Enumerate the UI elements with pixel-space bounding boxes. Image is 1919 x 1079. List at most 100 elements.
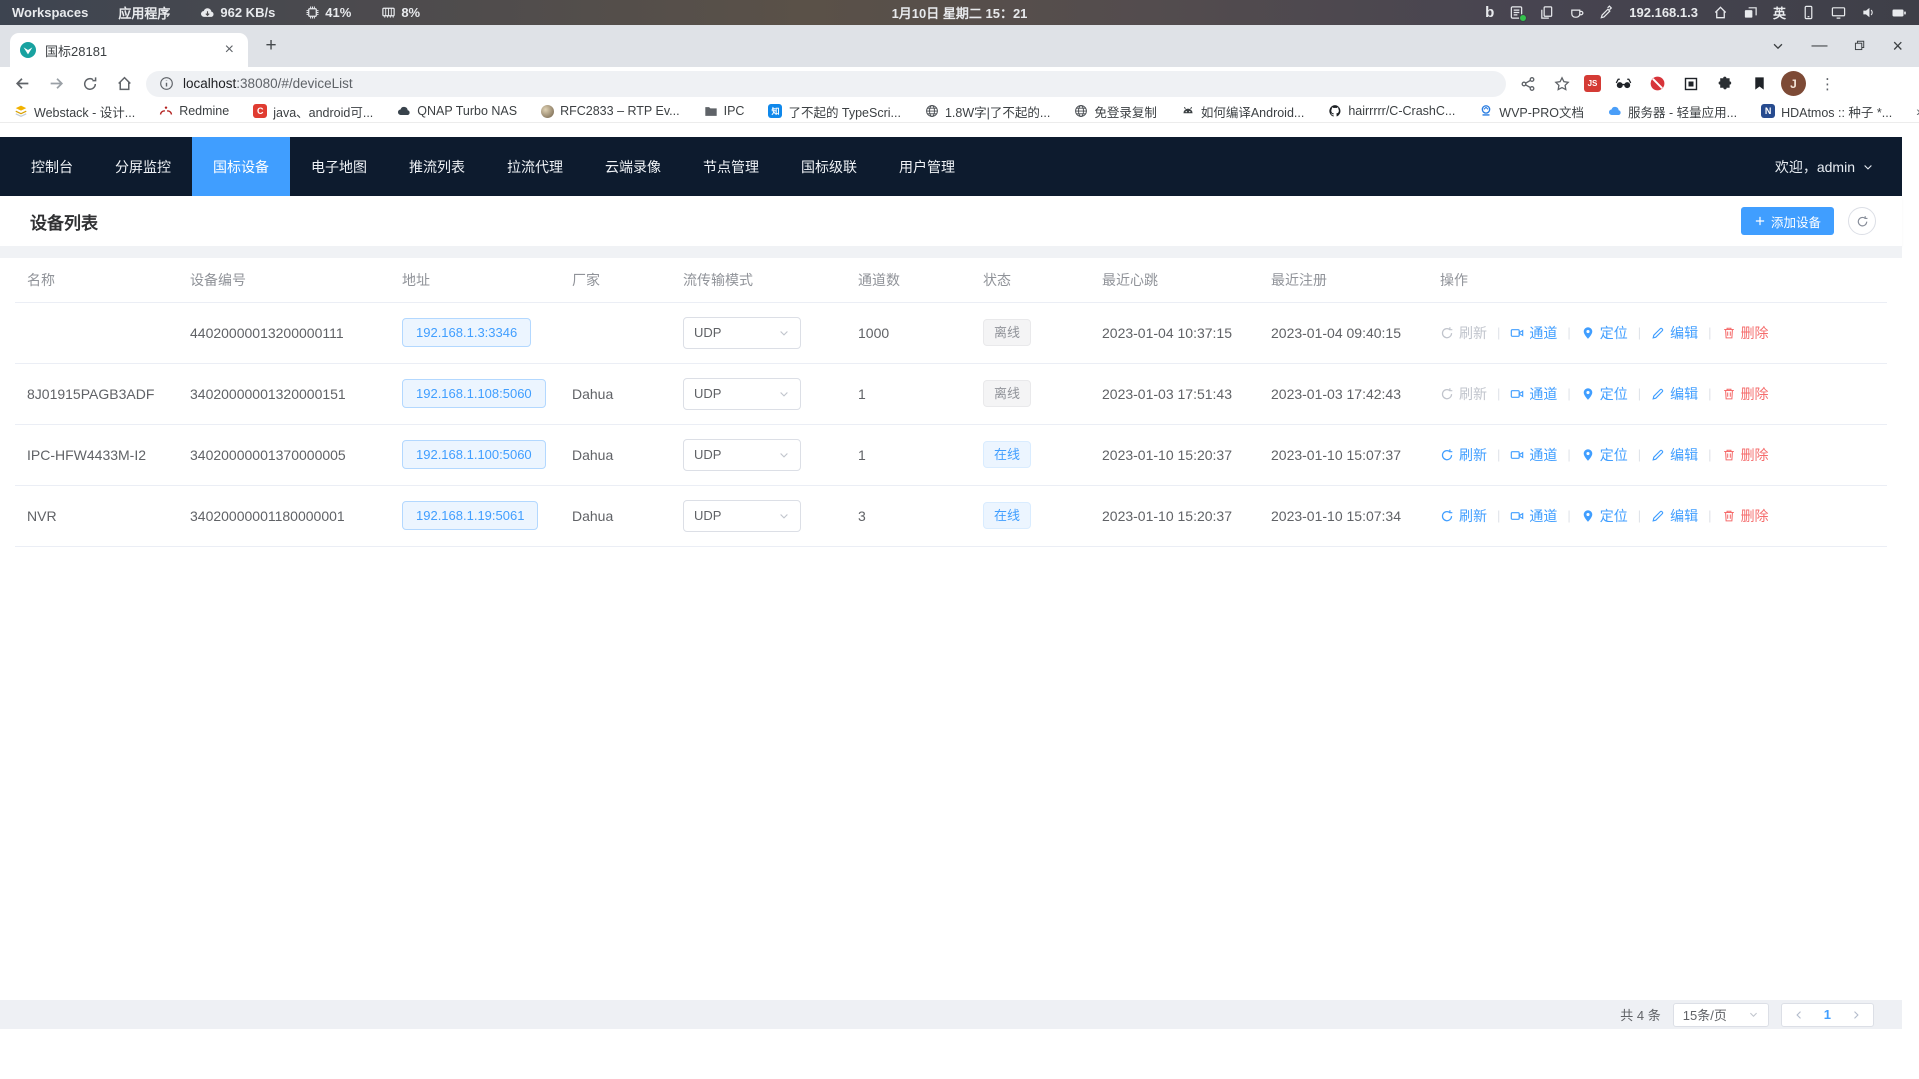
- bookmark-copy-tool[interactable]: 免登录复制: [1074, 102, 1157, 121]
- channels-action[interactable]: 通道: [1510, 445, 1557, 465]
- bookmark-redmine[interactable]: Redmine: [159, 104, 229, 118]
- display-icon[interactable]: [1831, 5, 1846, 20]
- device-address-button[interactable]: 192.168.1.100:5060: [402, 440, 546, 469]
- bookmark-article[interactable]: 1.8W字|了不起的...: [925, 102, 1050, 121]
- nav-item-gb-devices[interactable]: 国标设备: [192, 137, 290, 196]
- volume-icon[interactable]: [1861, 5, 1876, 20]
- notes-app-icon[interactable]: [1509, 5, 1524, 20]
- bookmark-github[interactable]: hairrrrr/C-CrashC...: [1328, 104, 1455, 118]
- reload-button[interactable]: [78, 72, 102, 96]
- nav-item-user-manage[interactable]: 用户管理: [878, 137, 976, 196]
- stream-mode-select[interactable]: UDP: [683, 439, 801, 471]
- refresh-action[interactable]: 刷新: [1440, 323, 1487, 343]
- site-info-icon[interactable]: [159, 76, 174, 91]
- device-address-button[interactable]: 192.168.1.3:3346: [402, 318, 531, 347]
- flag-extension-icon[interactable]: [1747, 72, 1771, 96]
- bookmark-wvp-docs[interactable]: WVP-PRO文档: [1479, 102, 1584, 121]
- nav-item-cloud-record[interactable]: 云端录像: [584, 137, 682, 196]
- new-tab-button[interactable]: +: [258, 33, 284, 59]
- bookmark-zhihu[interactable]: 知了不起的 TypeScri...: [768, 102, 901, 121]
- stream-mode-select[interactable]: UDP: [683, 378, 801, 410]
- profile-avatar[interactable]: J: [1781, 71, 1806, 96]
- extensions-puzzle-icon[interactable]: [1713, 72, 1737, 96]
- nav-item-e-map[interactable]: 电子地图: [290, 137, 388, 196]
- channels-action[interactable]: 通道: [1510, 506, 1557, 526]
- device-address-button[interactable]: 192.168.1.108:5060: [402, 379, 546, 408]
- screenshot-extension-icon[interactable]: [1679, 72, 1703, 96]
- user-menu[interactable]: 欢迎，admin: [1775, 137, 1902, 196]
- restore-button[interactable]: [1853, 37, 1866, 55]
- edit-action[interactable]: 编辑: [1651, 445, 1698, 465]
- toolbar-home-button[interactable]: [112, 72, 136, 96]
- refresh-action[interactable]: 刷新: [1440, 445, 1487, 465]
- device-address-button[interactable]: 192.168.1.19:5061: [402, 501, 538, 530]
- nav-item-split-screen[interactable]: 分屏监控: [94, 137, 192, 196]
- delete-action[interactable]: 删除: [1722, 384, 1769, 404]
- tab-search-icon[interactable]: [1771, 37, 1785, 55]
- browser-toolbar: localhost:38080/#/deviceList JS J ⋮: [0, 67, 1919, 100]
- refresh-action[interactable]: 刷新: [1440, 506, 1487, 526]
- channels-action[interactable]: 通道: [1510, 323, 1557, 343]
- bookmark-csdn[interactable]: Cjava、android可...: [253, 102, 373, 121]
- column-header-registered: 最近注册: [1259, 258, 1428, 302]
- clipboard-icon[interactable]: [1539, 5, 1554, 20]
- forward-button[interactable]: [44, 72, 68, 96]
- locate-action[interactable]: 定位: [1581, 323, 1628, 343]
- bookmark-rfc2833[interactable]: RFC2833 – RTP Ev...: [541, 104, 680, 118]
- nav-item-node-manage[interactable]: 节点管理: [682, 137, 780, 196]
- prev-page-button[interactable]: [1784, 1009, 1814, 1021]
- nav-item-pull-proxy[interactable]: 拉流代理: [486, 137, 584, 196]
- tab-close-icon[interactable]: ×: [221, 42, 238, 58]
- address-bar[interactable]: localhost:38080/#/deviceList: [146, 71, 1506, 97]
- share-icon[interactable]: [1516, 72, 1540, 96]
- js-extension-icon[interactable]: JS: [1584, 75, 1601, 92]
- delete-action[interactable]: 删除: [1722, 506, 1769, 526]
- bookmark-star-icon[interactable]: [1550, 72, 1574, 96]
- adblocker-icon[interactable]: [1645, 72, 1669, 96]
- input-method-indicator[interactable]: 英: [1773, 3, 1786, 22]
- channels-action[interactable]: 通道: [1510, 384, 1557, 404]
- close-window-button[interactable]: ×: [1892, 36, 1903, 57]
- edit-action[interactable]: 编辑: [1651, 323, 1698, 343]
- browser-menu-icon[interactable]: ⋮: [1816, 75, 1839, 93]
- page-number[interactable]: 1: [1814, 1007, 1841, 1022]
- refresh-action[interactable]: 刷新: [1440, 384, 1487, 404]
- color-picker-icon[interactable]: [1599, 5, 1614, 20]
- locate-action[interactable]: 定位: [1581, 384, 1628, 404]
- applications-menu[interactable]: 应用程序: [118, 3, 170, 22]
- bookmark-qnap[interactable]: QNAP Turbo NAS: [397, 104, 517, 118]
- locate-action[interactable]: 定位: [1581, 506, 1628, 526]
- ip-address-indicator[interactable]: 192.168.1.3: [1629, 5, 1698, 20]
- bookmark-android-build[interactable]: 如何编译Android...: [1181, 102, 1305, 121]
- last-registered: 2023-01-03 17:42:43: [1259, 363, 1428, 424]
- phone-link-icon[interactable]: [1801, 5, 1816, 20]
- refresh-list-button[interactable]: [1848, 207, 1876, 235]
- browser-tab[interactable]: 国标28181 ×: [10, 33, 248, 67]
- home-icon[interactable]: [1713, 5, 1728, 20]
- coffee-app-icon[interactable]: [1569, 5, 1584, 20]
- locate-action[interactable]: 定位: [1581, 445, 1628, 465]
- nav-item-gb-cascade[interactable]: 国标级联: [780, 137, 878, 196]
- add-device-button[interactable]: 添加设备: [1741, 207, 1834, 235]
- edit-action[interactable]: 编辑: [1651, 384, 1698, 404]
- minimize-button[interactable]: —: [1811, 37, 1827, 55]
- bookmark-hdatmos[interactable]: NHDAtmos :: 种子 *...: [1761, 102, 1892, 121]
- bookmark-server[interactable]: 服务器 - 轻量应用...: [1608, 102, 1737, 121]
- workspaces-button[interactable]: Workspaces: [12, 5, 88, 20]
- edit-action[interactable]: 编辑: [1651, 506, 1698, 526]
- bing-icon[interactable]: b: [1485, 5, 1494, 20]
- nav-item-push-list[interactable]: 推流列表: [388, 137, 486, 196]
- battery-icon[interactable]: [1891, 5, 1907, 21]
- bookmark-webstack[interactable]: Webstack - 设计...: [14, 102, 135, 121]
- nav-item-dashboard[interactable]: 控制台: [10, 137, 94, 196]
- stream-mode-select[interactable]: UDP: [683, 500, 801, 532]
- window-switcher-icon[interactable]: [1743, 5, 1758, 20]
- next-page-button[interactable]: [1841, 1009, 1871, 1021]
- bookmark-folder-ipc[interactable]: IPC: [704, 104, 745, 118]
- delete-action[interactable]: 删除: [1722, 445, 1769, 465]
- delete-action[interactable]: 删除: [1722, 323, 1769, 343]
- page-size-select[interactable]: 15条/页: [1673, 1003, 1769, 1027]
- dark-reader-icon[interactable]: [1611, 72, 1635, 96]
- stream-mode-select[interactable]: UDP: [683, 317, 801, 349]
- back-button[interactable]: [10, 72, 34, 96]
